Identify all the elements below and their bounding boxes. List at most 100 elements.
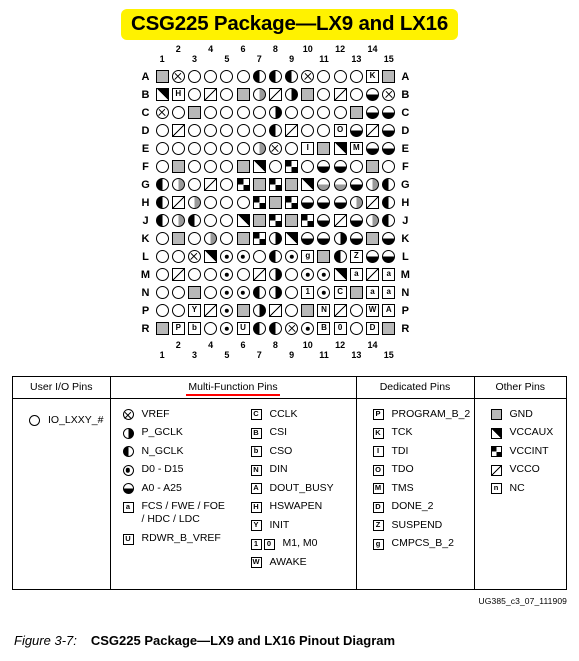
pin-cell-B7 (251, 86, 267, 104)
row-label-left-L: L (142, 251, 149, 263)
pin-cell-M9 (284, 266, 300, 284)
column-label-bottom-5: 5 (224, 350, 230, 360)
multi-function-entry: VREF (121, 408, 249, 421)
pin-cell-C7 (251, 104, 267, 122)
pin-cell-K2 (170, 230, 186, 248)
pin-symbol-ngclk (252, 322, 266, 336)
multi-function-entry: N DIN (249, 463, 334, 476)
pin-grid-row: BHB (137, 86, 414, 104)
pin-symbol-box-K: K (366, 70, 380, 84)
pin-cell-N1 (154, 284, 170, 302)
other-pin-symbol (489, 445, 504, 458)
pin-symbol-ngclk (187, 214, 201, 228)
pin-cell-K9 (284, 230, 300, 248)
legend-header-user-io: User I/O Pins (13, 377, 110, 399)
pin-cell-D7 (251, 122, 267, 140)
legend-body-other: GND VCCAUX VCCINT VCCO n NC (473, 398, 567, 589)
multi-function-entry: 1 0 M1, M0 (249, 537, 334, 550)
pin-symbol-empty (285, 268, 299, 282)
pin-cell-G12 (332, 176, 348, 194)
pin-symbol-vccint (490, 446, 502, 458)
pin-symbol-vcco (204, 178, 218, 192)
pin-symbol-empty (236, 106, 250, 120)
pin-symbol-empty (220, 88, 234, 102)
pin-symbol-box-U: U (122, 533, 134, 545)
pin-cell-D2 (170, 122, 186, 140)
pin-symbol-empty (268, 160, 282, 174)
pin-symbol-pgclkg (171, 214, 185, 228)
pin-cell-J14 (364, 212, 380, 230)
pin-symbol-ngclk (268, 250, 282, 264)
pin-symbol-gnd (155, 322, 169, 336)
dedicated-pin-entry: M TMS (371, 482, 474, 495)
pin-symbol-ngclk (155, 196, 169, 210)
pin-symbol-box-U: U (236, 322, 250, 336)
dedicated-pin-label: TMS (391, 481, 414, 494)
pin-symbol-vref (382, 88, 396, 102)
pin-cell-C1 (154, 104, 170, 122)
pin-symbol-gnd (236, 232, 250, 246)
pin-cell-E4 (203, 140, 219, 158)
pin-cell-N5 (219, 284, 235, 302)
row-label-left-F: F (142, 161, 149, 173)
pin-symbol-empty (171, 304, 185, 318)
pin-cell-L3 (186, 248, 202, 266)
pin-symbol-addr (349, 232, 363, 246)
row-label-right-D: D (401, 125, 410, 137)
pin-symbol-pgclkg (252, 142, 266, 156)
multi-function-symbol: C (249, 408, 264, 421)
multi-function-label: A0 - A25 (141, 481, 182, 494)
pin-symbol-empty (220, 160, 234, 174)
pin-cell-G1 (154, 176, 170, 194)
row-label-right-M: M (400, 269, 410, 281)
pin-cell-R4 (203, 320, 219, 338)
row-label-left-B: B (141, 89, 150, 101)
pin-symbol-addr (382, 232, 396, 246)
pin-grid-row: R Pb U B0 D R (137, 320, 414, 338)
pin-symbol-box-N: N (250, 464, 262, 476)
row-label-right-L: L (401, 251, 409, 263)
pin-symbol-vref (285, 322, 299, 336)
pin-cell-N12: C (332, 284, 348, 302)
pin-symbol-vcco (333, 88, 347, 102)
pin-symbol-gnd (349, 286, 363, 300)
pin-symbol-vcco (171, 124, 185, 138)
pin-cell-B9 (284, 86, 300, 104)
pin-symbol-gnd (236, 88, 250, 102)
pin-cell-J12 (332, 212, 348, 230)
pin-cell-M15: a (381, 266, 397, 284)
pin-symbol-pgclk (333, 232, 347, 246)
pin-symbol-vccaux (333, 142, 347, 156)
pin-symbol-box-N: N (317, 304, 331, 318)
pin-cell-H11 (316, 194, 332, 212)
pin-symbol-box-g: g (372, 538, 384, 550)
pin-cell-F13 (348, 158, 364, 176)
pin-cell-E15 (381, 140, 397, 158)
pin-cell-N13 (348, 284, 364, 302)
pin-cell-J4 (203, 212, 219, 230)
column-label-bottom-8: 8 (272, 340, 278, 350)
pin-symbol-empty (155, 232, 169, 246)
pin-grid-row: AKA (137, 68, 414, 86)
column-header-row-top: 1 2 3 4 5 6 7 8 9 10 11 12 13 14 15 (137, 42, 414, 68)
pin-symbol-empty (29, 415, 40, 427)
pin-cell-B13 (348, 86, 364, 104)
pin-cell-P15: A (381, 302, 397, 320)
pin-symbol-empty (301, 124, 315, 138)
other-pin-entry: VCCO (489, 463, 567, 476)
user-io-symbol (27, 414, 42, 427)
pin-cell-E7 (251, 140, 267, 158)
pin-cell-M8 (267, 266, 283, 284)
pin-cell-F15 (381, 158, 397, 176)
pin-cell-D9 (284, 122, 300, 140)
column-label-bottom-1: 1 (159, 350, 165, 360)
pin-symbol-vccaux (155, 88, 169, 102)
pin-cell-N8 (267, 284, 283, 302)
pin-symbol-empty (252, 106, 266, 120)
multi-function-entry: P_GCLK (121, 426, 249, 439)
pin-symbol-box-P: P (171, 322, 185, 336)
dedicated-pin-label: SUSPEND (391, 518, 443, 531)
pin-cell-E2 (170, 140, 186, 158)
pin-cell-J8 (267, 212, 283, 230)
pin-cell-F5 (219, 158, 235, 176)
